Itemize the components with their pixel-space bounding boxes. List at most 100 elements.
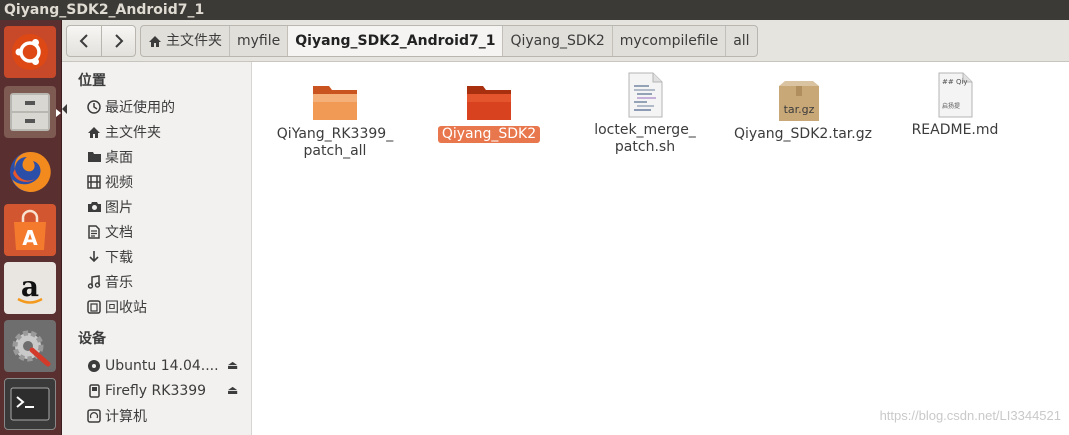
document-icon [86, 224, 102, 240]
sidebar-item-label: 桌面 [105, 150, 133, 166]
sidebar-item-label: 文档 [105, 225, 133, 241]
breadcrumb-label: mycompilefile [619, 33, 719, 49]
home-icon [149, 35, 161, 47]
sidebar-item-ubuntu-disk[interactable]: Ubuntu 14.04.... ⏏ [86, 355, 246, 377]
sidebar-item-downloads[interactable]: 下载 [86, 246, 246, 268]
breadcrumb-label: 主文件夹 [166, 33, 222, 49]
software-center-button[interactable]: A [4, 204, 56, 256]
computer-icon [86, 408, 102, 424]
sidebar-item-label: 主文件夹 [105, 125, 161, 141]
film-icon [86, 174, 102, 190]
download-icon [86, 249, 102, 265]
folder-icon [424, 72, 554, 122]
breadcrumb-label: all [733, 33, 750, 49]
sidebar-item-label: Firefly RK3399 [105, 383, 207, 399]
watermark: https://blog.csdn.net/LI3344521 [879, 408, 1061, 423]
archive-icon-text: tar.gz [784, 103, 815, 116]
file-item-qiyang-rk3399-patch-all[interactable]: QiYang_RK3399_ patch_all [270, 72, 400, 160]
sidebar-item-pictures[interactable]: 图片 [86, 196, 246, 218]
text-file-icon: ## Qiy 启扬提 [890, 68, 1020, 118]
terminal-button[interactable] [4, 378, 56, 430]
breadcrumb-label: myfile [237, 33, 281, 49]
system-settings-button[interactable] [4, 320, 56, 372]
sidebar-item-label: 最近使用的 [105, 100, 175, 116]
sidebar-item-recent[interactable]: 最近使用的 [86, 96, 246, 118]
devices-heading: 设备 [78, 331, 106, 347]
sidebar-item-music[interactable]: 音乐 [86, 271, 246, 293]
script-file-icon [580, 68, 710, 118]
sidebar-item-label: 音乐 [105, 275, 133, 291]
breadcrumb-all[interactable]: all [725, 26, 756, 56]
file-label: QiYang_RK3399_ patch_all [276, 126, 394, 159]
folder-icon [270, 72, 400, 122]
readme-preview-line-1: ## Qiy [942, 78, 968, 86]
file-cabinet-icon [10, 93, 50, 131]
sidebar-item-label: 视频 [105, 175, 133, 191]
sidebar-item-label: 回收站 [105, 300, 147, 316]
ubuntu-logo-icon [12, 34, 48, 70]
breadcrumb-qiyang-sdk2[interactable]: Qiyang_SDK2 [502, 26, 611, 56]
launcher: A a [0, 20, 62, 435]
home-icon [86, 124, 102, 140]
archive-icon: tar.gz [734, 72, 864, 122]
chevron-right-icon [114, 34, 123, 48]
file-label: Qiyang_SDK2 [437, 126, 541, 143]
sidebar-item-computer[interactable]: 计算机 [86, 405, 246, 427]
sidebar-item-videos[interactable]: 视频 [86, 171, 246, 193]
amazon-button[interactable]: a [4, 262, 56, 314]
readme-preview-line-2: 启扬提 [942, 102, 960, 110]
sidebar-item-label: 图片 [105, 200, 133, 216]
breadcrumb-home[interactable]: 主文件夹 [141, 26, 229, 56]
breadcrumb-myfile[interactable]: myfile [229, 26, 287, 56]
file-item-qiyang-sdk2-tar-gz[interactable]: tar.gz Qiyang_SDK2.tar.gz [734, 72, 872, 143]
sidebar: 位置 最近使用的 主文件夹 桌面 视频 图片 文档 下载 音乐 回收站 设备 U… [62, 62, 252, 435]
forward-button[interactable] [101, 26, 135, 56]
breadcrumb-label: Qiyang_SDK2_Android7_1 [295, 33, 496, 49]
file-view: QiYang_RK3399_ patch_all Qiyang_SDK2 loc… [253, 62, 1069, 435]
ubuntu-dash-button[interactable] [4, 26, 56, 78]
sidebar-collapse-arrow-icon[interactable] [62, 104, 67, 114]
amazon-icon: a [17, 270, 43, 304]
breadcrumb-label: Qiyang_SDK2 [510, 33, 605, 49]
file-item-qiyang-sdk2[interactable]: Qiyang_SDK2 [424, 72, 554, 143]
files-running-indicator [56, 109, 61, 117]
svg-text:a: a [21, 270, 39, 303]
files-button[interactable] [4, 86, 56, 138]
file-label: Qiyang_SDK2.tar.gz [734, 126, 872, 142]
sidebar-item-documents[interactable]: 文档 [86, 221, 246, 243]
breadcrumb: 主文件夹 myfile Qiyang_SDK2_Android7_1 Qiyan… [140, 25, 758, 57]
window-title: Qiyang_SDK2_Android7_1 [0, 0, 1069, 20]
folder-icon [86, 149, 102, 165]
drive-icon [86, 383, 102, 399]
sidebar-item-home[interactable]: 主文件夹 [86, 121, 246, 143]
file-label: README.md [911, 122, 999, 138]
chevron-left-icon [79, 34, 88, 48]
camera-icon [86, 199, 102, 215]
disk-icon [86, 358, 102, 374]
terminal-icon [10, 387, 50, 421]
history-buttons [66, 25, 136, 57]
gear-wrench-icon [12, 330, 51, 367]
file-item-readme[interactable]: ## Qiy 启扬提 README.md [890, 68, 1020, 139]
sidebar-item-desktop[interactable]: 桌面 [86, 146, 246, 168]
firefox-button[interactable] [4, 146, 56, 198]
eject-icon[interactable]: ⏏ [227, 358, 238, 372]
sidebar-item-label: 计算机 [105, 409, 147, 425]
clock-icon [86, 99, 102, 115]
shopping-bag-icon: A [14, 209, 46, 250]
sidebar-item-label: Ubuntu 14.04.... [105, 358, 219, 374]
toolbar: 主文件夹 myfile Qiyang_SDK2_Android7_1 Qiyan… [62, 20, 1069, 62]
back-button[interactable] [67, 26, 101, 56]
sidebar-item-trash[interactable]: 回收站 [86, 296, 246, 318]
file-label: loctek_merge_ patch.sh [594, 122, 696, 155]
trash-icon [86, 299, 102, 315]
sidebar-item-label: 下载 [105, 250, 133, 266]
breadcrumb-current[interactable]: Qiyang_SDK2_Android7_1 [287, 26, 503, 56]
sidebar-item-firefly[interactable]: Firefly RK3399 ⏏ [86, 380, 246, 402]
svg-text:A: A [22, 226, 38, 250]
eject-icon[interactable]: ⏏ [227, 383, 238, 397]
breadcrumb-mycompilefile[interactable]: mycompilefile [611, 26, 725, 56]
file-item-loctek-merge-patch[interactable]: loctek_merge_ patch.sh [580, 68, 710, 156]
places-heading: 位置 [78, 73, 106, 89]
music-icon [86, 274, 102, 290]
